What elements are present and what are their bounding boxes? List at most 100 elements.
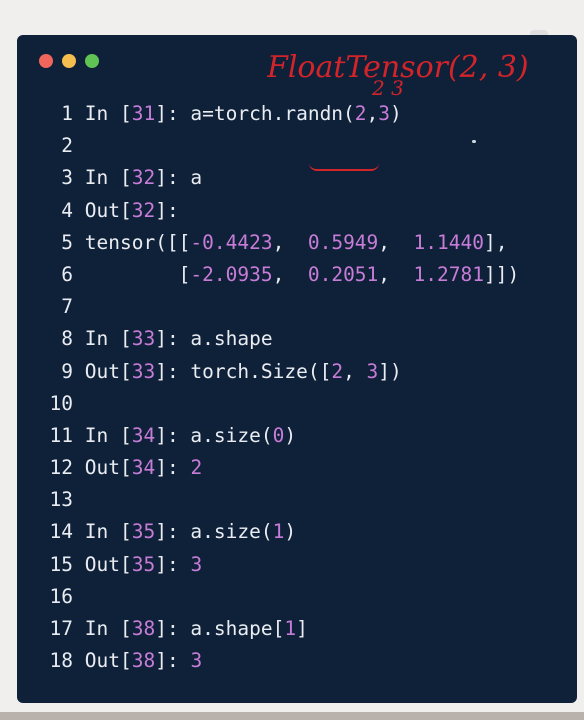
code-number: 38: [131, 649, 156, 673]
zoom-button[interactable]: [85, 54, 99, 68]
code-text: In [: [84, 617, 132, 640]
code-text: ,: [378, 230, 414, 254]
code-text: ]:: [155, 649, 191, 673]
code-text: In [: [84, 102, 132, 125]
code-text: Out[: [84, 552, 132, 576]
code-text: ]: a=torch.randn(: [155, 102, 355, 125]
code-text: ]: a.size(: [155, 520, 273, 544]
code-number: 0: [272, 423, 285, 447]
code-number: 35: [131, 520, 156, 544]
code-line: 18 Out[38]: 3: [17, 645, 577, 677]
code-text: ,: [343, 359, 367, 383]
line-number: 11: [49, 423, 73, 447]
line-content: Out[34]: 2: [73, 456, 202, 479]
line-content: In [35]: a.size(1): [73, 520, 296, 543]
code-text: ]: a.shape: [155, 327, 273, 351]
code-text: ,: [378, 262, 414, 286]
code-number: 1.1440: [413, 230, 484, 254]
line-number: 8: [61, 327, 73, 351]
code-text: Out[: [84, 649, 132, 673]
line-number: 14: [49, 520, 73, 544]
code-number: 2: [354, 102, 367, 125]
annotation-text: FloatTensor(2, 3): [267, 50, 529, 85]
code-text: ]:: [155, 198, 179, 222]
line-content: Out[35]: 3: [73, 553, 202, 576]
code-text: ,: [366, 102, 379, 125]
code-line: 2: [17, 130, 577, 162]
line-number: 2: [61, 134, 73, 158]
code-line: 13: [17, 484, 577, 516]
code-text: Out[: [84, 359, 132, 383]
line-number: 12: [49, 456, 73, 480]
code-text: ]: a.size(: [155, 423, 273, 447]
code-text: ]: a.shape[: [155, 617, 285, 640]
line-number: 6: [61, 262, 73, 286]
line-content: [-2.0935, 0.2051, 1.2781]]): [73, 262, 520, 286]
line-content: In [32]: a: [73, 166, 202, 189]
window-controls: [39, 54, 99, 68]
code-line: 3 In [32]: a: [17, 162, 577, 194]
line-number: 18: [49, 649, 73, 673]
line-number: 17: [49, 617, 73, 640]
code-line: 11 In [34]: a.size(0): [17, 420, 577, 452]
code-text: ]: a: [155, 166, 203, 190]
code-line: 9 Out[33]: torch.Size([2, 3]): [17, 356, 577, 388]
code-text: ]: [296, 617, 308, 640]
code-text: ): [390, 102, 402, 125]
line-content: In [31]: a=torch.randn(2,3): [73, 102, 402, 125]
code-text: ]:: [155, 456, 191, 480]
code-number: 3: [378, 102, 391, 125]
code-number: 32: [131, 166, 156, 190]
line-content: In [34]: a.size(0): [73, 424, 296, 447]
code-number: 3: [190, 552, 203, 576]
line-content: In [33]: a.shape: [73, 327, 273, 350]
code-text: ,: [272, 262, 308, 286]
code-text: ): [284, 423, 297, 447]
code-text: In [: [84, 327, 132, 351]
code-number: 38: [131, 617, 156, 640]
annotation-subtext: 2 3: [371, 76, 404, 100]
code-number: 2: [190, 456, 203, 480]
desk-surface: [0, 712, 584, 720]
code-text: ]:: [155, 552, 191, 576]
line-number: 1: [61, 102, 73, 125]
code-text: ): [284, 520, 297, 544]
code-line: 1 In [31]: a=torch.randn(2,3): [17, 98, 577, 130]
line-number: 15: [49, 552, 73, 576]
line-content: Out[33]: torch.Size([2, 3]): [73, 360, 402, 383]
close-button[interactable]: [39, 54, 53, 68]
code-line: 14 In [35]: a.size(1): [17, 516, 577, 548]
minimize-button[interactable]: [62, 54, 76, 68]
code-line: 4 Out[32]:: [17, 195, 577, 227]
line-number: 7: [61, 295, 73, 319]
code-text: [: [84, 262, 191, 286]
code-number: 1: [284, 617, 297, 640]
code-text: ,: [272, 230, 308, 254]
line-number: 9: [61, 359, 73, 383]
line-content: tensor([[-0.4423, 0.5949, 1.1440],: [73, 230, 508, 254]
code-block: 1 In [31]: a=torch.randn(2,3) 2 3 In [32]:…: [17, 98, 577, 677]
code-number: 32: [131, 198, 156, 222]
code-line: 12 Out[34]: 2: [17, 452, 577, 484]
line-number: 16: [49, 584, 73, 608]
code-number: 34: [131, 456, 156, 480]
code-number: 3: [366, 359, 379, 383]
code-number: 33: [131, 359, 156, 383]
code-text: tensor([[: [84, 230, 191, 254]
code-window: FloatTensor(2, 3) 2 3 1 In [31]: a=torch…: [17, 35, 577, 703]
code-line: 6 [-2.0935, 0.2051, 1.2781]]): [17, 259, 577, 291]
code-text: ]): [378, 359, 402, 383]
code-line: 5 tensor([[-0.4423, 0.5949, 1.1440],: [17, 227, 577, 259]
code-line: 10: [17, 388, 577, 420]
code-number: 35: [131, 552, 156, 576]
code-number: -0.4423: [190, 230, 273, 254]
line-number: 10: [49, 391, 73, 415]
code-number: 2: [331, 359, 344, 383]
code-number: 34: [131, 423, 156, 447]
code-text: ]: torch.Size([: [155, 359, 332, 383]
code-line: 8 In [33]: a.shape: [17, 323, 577, 355]
line-content: Out[38]: 3: [73, 649, 202, 672]
code-number: 31: [131, 102, 156, 125]
line-number: 4: [61, 198, 73, 222]
code-line: 17 In [38]: a.shape[1]: [17, 613, 577, 645]
